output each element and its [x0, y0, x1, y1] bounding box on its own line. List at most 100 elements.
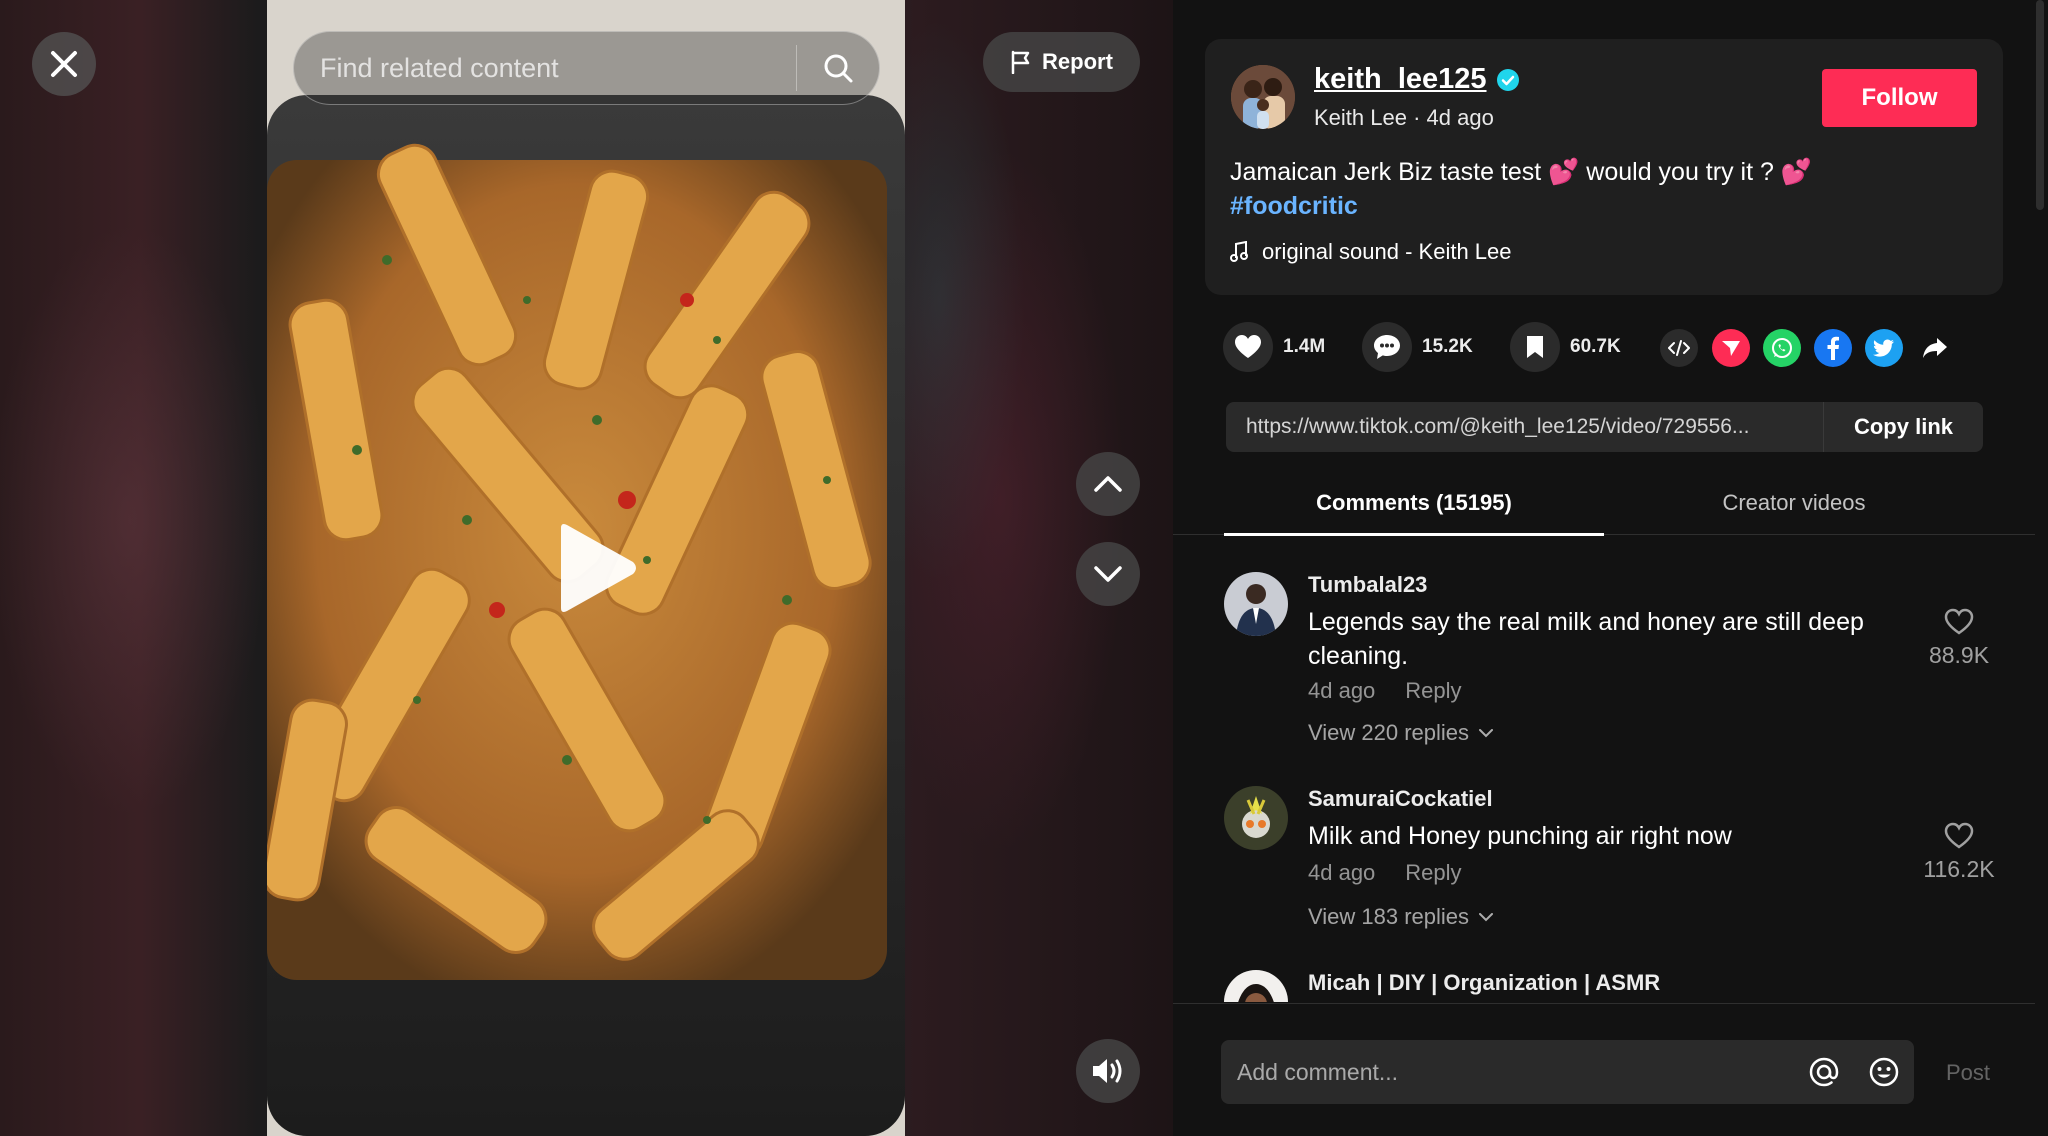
twitter-share-button[interactable]	[1865, 329, 1903, 367]
report-button[interactable]: Report	[983, 32, 1140, 92]
comment-like-button[interactable]: 116.2K	[1914, 822, 2004, 883]
view-replies-button[interactable]: View 220 replies	[1308, 720, 1494, 746]
view-replies-button[interactable]: View 183 replies	[1308, 904, 1494, 930]
hashtag-link[interactable]: #foodcritic	[1230, 192, 1358, 220]
video-link-bar: https://www.tiktok.com/@keith_lee125/vid…	[1226, 402, 1983, 452]
heart-outline-icon	[1944, 608, 1974, 635]
embed-button[interactable]	[1660, 329, 1698, 367]
panel-tabs: Comments (15195) Creator videos	[1173, 480, 2035, 536]
comment-text: Milk and Honey punching air right now	[1308, 822, 1732, 850]
play-icon[interactable]	[553, 522, 639, 614]
comment-meta: 4d ago Reply	[1308, 860, 1462, 886]
post-caption: Jamaican Jerk Biz taste test 💕 would you…	[1230, 155, 1970, 223]
caption-text-1: Jamaican Jerk Biz taste test	[1230, 158, 1542, 186]
search-input[interactable]	[294, 32, 796, 104]
flag-icon	[1011, 50, 1030, 74]
commenter-avatar-image	[1224, 572, 1288, 636]
heart-outline-icon	[1944, 822, 1974, 849]
comment-like-count: 116.2K	[1923, 856, 1995, 882]
view-replies-label: View 220 replies	[1308, 720, 1470, 745]
engagement-actions: 1.4M 15.2K 60.7K	[1223, 322, 2003, 372]
username-row: keith_lee125	[1314, 63, 1519, 96]
share-arrow-icon	[1923, 338, 1947, 358]
commenter-avatar-image	[1224, 786, 1288, 850]
comment-like-button[interactable]: 88.9K	[1914, 608, 2004, 669]
close-button[interactable]	[32, 32, 96, 96]
reply-button[interactable]: Reply	[1405, 860, 1461, 886]
twitter-icon	[1873, 339, 1894, 357]
bookmark-count: 60.7K	[1570, 336, 1621, 357]
volume-button[interactable]	[1076, 1039, 1140, 1103]
copy-link-button[interactable]: Copy link	[1823, 402, 1983, 452]
author-subline: Keith Lee · 4d ago	[1314, 105, 1494, 131]
view-replies-label: View 183 replies	[1308, 904, 1470, 929]
comment-item: Micah | DIY | Organization | ASMR	[1224, 970, 2004, 1002]
chevron-up-icon	[1094, 476, 1122, 492]
commenter-username[interactable]: Micah | DIY | Organization | ASMR	[1308, 970, 1660, 996]
verified-icon	[1496, 68, 1519, 91]
commenter-avatar[interactable]	[1224, 786, 1288, 850]
report-label: Report	[1042, 49, 1113, 74]
comment-composer: Post	[1173, 1003, 2035, 1136]
comment-item: Tumbalal23 Legends say the real milk and…	[1224, 572, 2004, 772]
follow-button[interactable]: Follow	[1822, 69, 1977, 127]
whatsapp-share-button[interactable]	[1763, 329, 1801, 367]
search-button[interactable]	[797, 32, 879, 104]
comment-meta: 4d ago Reply	[1308, 678, 1462, 704]
previous-video-button[interactable]	[1076, 452, 1140, 516]
sound-link[interactable]: original sound - Keith Lee	[1230, 239, 1512, 265]
facebook-share-button[interactable]	[1814, 329, 1852, 367]
related-content-search	[293, 31, 880, 105]
chevron-down-icon	[1094, 566, 1122, 582]
emoji-icon	[1869, 1057, 1899, 1087]
caption-emoji-2: 💕	[1780, 158, 1812, 186]
mention-button[interactable]	[1794, 1040, 1854, 1104]
emoji-button[interactable]	[1854, 1040, 1914, 1104]
tab-comments[interactable]: Comments (15195)	[1224, 480, 1604, 535]
caption-emoji-1: 💕	[1548, 158, 1580, 186]
post-comment-button[interactable]: Post	[1946, 1060, 1990, 1086]
telegram-icon	[1722, 341, 1740, 356]
details-panel: keith_lee125 Keith Lee · 4d ago Follow J…	[1173, 0, 2048, 1136]
comment-item: SamuraiCockatiel Milk and Honey punching…	[1224, 786, 2004, 956]
author-avatar[interactable]	[1231, 65, 1295, 129]
commenter-avatar[interactable]	[1224, 970, 1288, 1002]
subline-separator: ·	[1413, 105, 1427, 130]
commenter-avatar[interactable]	[1224, 572, 1288, 636]
post-info-card: keith_lee125 Keith Lee · 4d ago Follow J…	[1205, 39, 2003, 295]
embed-icon	[1668, 340, 1690, 356]
commenter-username[interactable]: SamuraiCockatiel	[1308, 786, 1493, 812]
author-username[interactable]: keith_lee125	[1314, 63, 1487, 96]
commenter-username[interactable]: Tumbalal23	[1308, 572, 1427, 598]
comment-text: Legends say the real milk and honey are …	[1308, 608, 1864, 670]
comment-button[interactable]: 15.2K	[1362, 322, 1473, 372]
chevron-down-icon	[1479, 728, 1494, 737]
like-count: 1.4M	[1283, 336, 1326, 357]
comment-list[interactable]: Tumbalal23 Legends say the real milk and…	[1173, 536, 2035, 1002]
whatsapp-icon	[1772, 338, 1792, 358]
comment-time: 4d ago	[1308, 678, 1376, 703]
comment-circle	[1362, 322, 1412, 372]
more-share-button[interactable]	[1916, 329, 1954, 367]
tab-creator-videos[interactable]: Creator videos	[1604, 480, 1984, 535]
panel-scrollbar[interactable]	[2036, 0, 2044, 210]
music-note-icon	[1230, 241, 1248, 262]
comment-icon	[1374, 335, 1400, 359]
video-link-text[interactable]: https://www.tiktok.com/@keith_lee125/vid…	[1226, 415, 1823, 439]
search-icon	[824, 54, 853, 83]
comment-like-count: 88.9K	[1928, 642, 1990, 668]
post-time: 4d ago	[1426, 105, 1494, 130]
bookmark-icon	[1527, 336, 1543, 358]
volume-icon	[1093, 1059, 1122, 1083]
like-button[interactable]: 1.4M	[1223, 322, 1325, 372]
video-player-area[interactable]: Report	[0, 0, 1173, 1136]
bookmark-button[interactable]: 60.7K	[1510, 322, 1621, 372]
comment-input[interactable]	[1221, 1040, 1794, 1104]
facebook-icon	[1827, 336, 1839, 360]
sound-name: original sound - Keith Lee	[1262, 239, 1512, 264]
close-icon	[51, 51, 77, 77]
reply-button[interactable]: Reply	[1405, 678, 1461, 704]
next-video-button[interactable]	[1076, 542, 1140, 606]
send-to-friends-button[interactable]	[1712, 329, 1750, 367]
heart-icon	[1235, 335, 1261, 358]
